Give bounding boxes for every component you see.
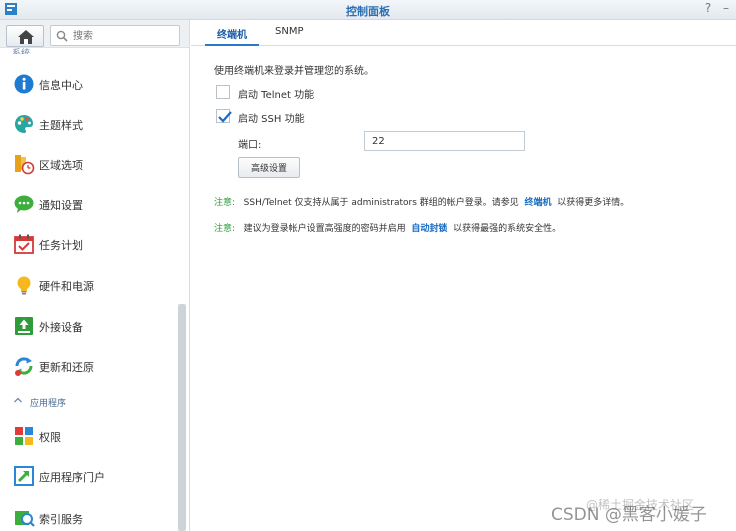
category-label: 应用程序: [30, 399, 67, 409]
tab-terminal[interactable]: 终端机: [205, 20, 259, 46]
sidebar-item-app-portal[interactable]: 应用程序门户: [0, 456, 175, 496]
privilege-grid-icon: [15, 427, 33, 445]
category-applications[interactable]: 应用程序: [0, 393, 175, 411]
category-system-partial[interactable]: 系统: [12, 46, 30, 54]
sidebar-item-label: 应用程序门户: [39, 471, 105, 484]
terminal-help-link[interactable]: 终端机: [525, 198, 552, 208]
note-ssh-admin: 注意: SSH/Telnet 仅支持从属于 administrators 群组的…: [214, 195, 629, 208]
sidebar-toolbar: [0, 20, 189, 48]
home-button[interactable]: [6, 25, 44, 47]
sidebar-item-label: 区域选项: [39, 159, 83, 172]
info-icon: [14, 74, 34, 94]
sidebar-item-label: 主题样式: [39, 119, 83, 132]
update-restore-icon: [15, 357, 33, 376]
sidebar-item-region[interactable]: 区域选项: [0, 144, 175, 184]
note-label: 注意:: [214, 198, 236, 208]
sidebar-scrollbar[interactable]: [178, 304, 186, 531]
sidebar-item-notification[interactable]: 通知设置: [0, 184, 175, 224]
sidebar-scrollbar-thumb[interactable]: [178, 304, 186, 531]
search-box[interactable]: [50, 25, 180, 46]
tab-bar: 终端机 SNMP: [191, 20, 736, 46]
ssh-label: 启动 SSH 功能: [238, 114, 305, 125]
tab-snmp[interactable]: SNMP: [263, 20, 316, 46]
auto-block-link[interactable]: 自动封锁: [411, 224, 447, 234]
advanced-settings-button[interactable]: 高级设置: [238, 157, 300, 178]
sidebar-item-theme[interactable]: 主题样式: [0, 104, 175, 144]
sidebar-item-label: 权限: [39, 431, 61, 444]
search-icon: [56, 30, 68, 42]
watermark-csdn: CSDN @黑客小媛子: [551, 505, 707, 525]
note-text: 建议为登录帐户设置高强度的密码并启用: [243, 224, 406, 234]
sidebar-item-label: 任务计划: [39, 239, 83, 252]
checkmark-icon: [218, 111, 232, 123]
search-input[interactable]: [73, 28, 173, 44]
sidebar-item-privileges[interactable]: 权限: [0, 416, 175, 456]
port-label: 端口:: [238, 140, 262, 151]
ssh-checkbox[interactable]: [216, 109, 232, 123]
help-button[interactable]: ?: [700, 1, 716, 15]
sidebar-item-label: 更新和还原: [39, 361, 94, 374]
app-portal-icon: [14, 466, 34, 486]
sidebar-item-label: 索引服务: [39, 513, 83, 526]
lightbulb-icon: [17, 276, 31, 295]
note-text: 以获得最强的系统安全性。: [453, 224, 562, 234]
sidebar-item-index-service[interactable]: 索引服务: [0, 498, 175, 531]
main-panel: 终端机 SNMP 使用终端机来登录并管理您的系统。 启动 Telnet 功能 启…: [191, 20, 736, 531]
note-text: 以获得更多详情。: [557, 198, 630, 208]
window-title: 控制面板: [346, 5, 390, 18]
sidebar-item-label: 外接设备: [39, 321, 83, 334]
note-text: SSH/Telnet 仅支持从属于 administrators 群组的帐户登录…: [243, 198, 519, 208]
title-bar: 控制面板 ? –: [0, 0, 736, 20]
sidebar-item-info-center[interactable]: 信息中心: [0, 64, 175, 104]
sidebar-item-task-scheduler[interactable]: 任务计划: [0, 224, 175, 264]
sidebar-item-update-restore[interactable]: 更新和还原: [0, 346, 175, 386]
sidebar-item-external-devices[interactable]: 外接设备: [0, 306, 175, 346]
home-icon: [18, 30, 34, 44]
chat-bubble-icon: [14, 195, 34, 213]
note-password-security: 注意: 建议为登录帐户设置高强度的密码并启用 自动封锁 以获得最强的系统安全性。: [214, 221, 561, 234]
sidebar-item-label: 信息中心: [39, 79, 83, 92]
telnet-label: 启动 Telnet 功能: [238, 90, 315, 101]
calendar-check-icon: [14, 234, 34, 254]
note-label: 注意:: [214, 224, 236, 234]
sidebar: 系统 信息中心 主题样式 区域选项: [0, 20, 190, 531]
sidebar-item-label: 通知设置: [39, 199, 83, 212]
terminal-description: 使用终端机来登录并管理您的系统。: [214, 66, 374, 77]
palette-icon: [15, 115, 33, 133]
telnet-checkbox[interactable]: [216, 85, 230, 99]
port-input[interactable]: [364, 131, 525, 151]
sidebar-item-hardware-power[interactable]: 硬件和电源: [0, 265, 175, 305]
minimize-button[interactable]: –: [718, 1, 734, 15]
sidebar-item-label: 硬件和电源: [39, 280, 94, 293]
chevron-up-icon: [14, 397, 22, 403]
index-service-icon: [15, 511, 35, 527]
region-clock-icon: [15, 155, 35, 175]
external-device-icon: [15, 317, 33, 335]
